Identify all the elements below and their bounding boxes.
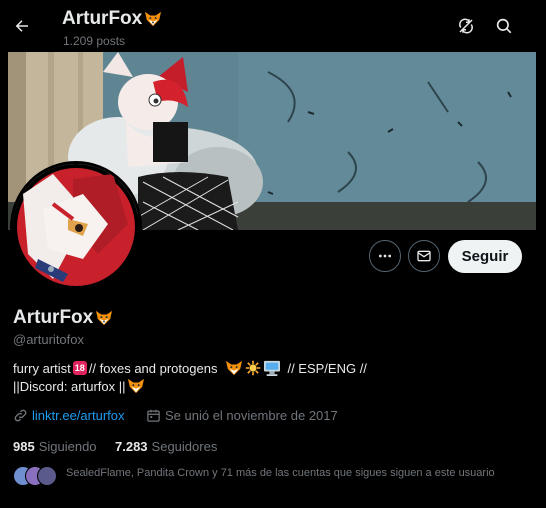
following-label: Siguiendo [38, 439, 97, 454]
profile-link[interactable]: linktr.ee/arturfox [13, 408, 125, 423]
followers-label: Seguidores [151, 439, 218, 454]
bio-text-languages: // ESP/ENG // [287, 360, 367, 376]
followers-count: 7.283 [115, 439, 148, 454]
mutual-followers-text[interactable]: SealedFlame, Pandita Crown y 71 más de l… [66, 467, 495, 479]
calendar-icon [147, 409, 160, 422]
join-date-text: Se unió el noviembre de 2017 [165, 408, 338, 423]
sun-emoji-icon [246, 360, 261, 376]
follow-button[interactable]: Seguir [448, 240, 522, 273]
more-horizontal-icon [379, 254, 391, 258]
profile-link-text[interactable]: linktr.ee/arturfox [32, 408, 125, 423]
envelope-icon [417, 250, 431, 262]
join-date: Se unió el noviembre de 2017 [146, 408, 338, 423]
header-title-text: ArturFox [62, 8, 143, 29]
link-icon [14, 409, 27, 422]
computer-emoji-icon [264, 360, 281, 376]
age-18-badge-icon: 18 [72, 361, 87, 375]
followers-stat[interactable]: 7.283 Seguidores [115, 439, 217, 454]
display-name-text: ArturFox [13, 307, 94, 328]
fox-emoji-icon [145, 11, 162, 27]
bio-text-artist: furry artist [13, 360, 71, 376]
mutual-avatar [37, 466, 57, 486]
fox-emoji-icon [226, 360, 243, 376]
search-button[interactable] [490, 12, 518, 40]
following-count: 985 [13, 439, 35, 454]
bio-text-discord: ||Discord: arturfox || [13, 378, 126, 394]
bio-line-2: ||Discord: arturfox || [13, 378, 145, 394]
bio-text-species: // foxes and protogens [88, 360, 218, 376]
avatar-artwork [17, 168, 135, 286]
message-button[interactable] [408, 240, 440, 272]
mutual-followers-avatars[interactable] [13, 466, 59, 486]
display-name: ArturFox [13, 307, 113, 329]
refresh-slash-icon [459, 18, 473, 34]
fox-emoji-icon [128, 378, 145, 394]
fox-emoji-icon [96, 310, 113, 326]
bio-line-1: furry artist 18 // foxes and protogens /… [13, 360, 367, 376]
arrow-left-icon [15, 20, 28, 32]
refresh-button[interactable] [452, 12, 480, 40]
back-button[interactable] [8, 12, 36, 40]
header-title: ArturFox [62, 8, 162, 30]
profile-avatar[interactable] [13, 164, 139, 290]
search-icon [496, 18, 512, 34]
more-options-button[interactable] [369, 240, 401, 272]
user-handle: @arturitofox [13, 332, 84, 347]
following-stat[interactable]: 985 Siguiendo [13, 439, 97, 454]
post-count: 1.209 posts [63, 34, 126, 48]
bio-emoji-group [225, 360, 281, 376]
